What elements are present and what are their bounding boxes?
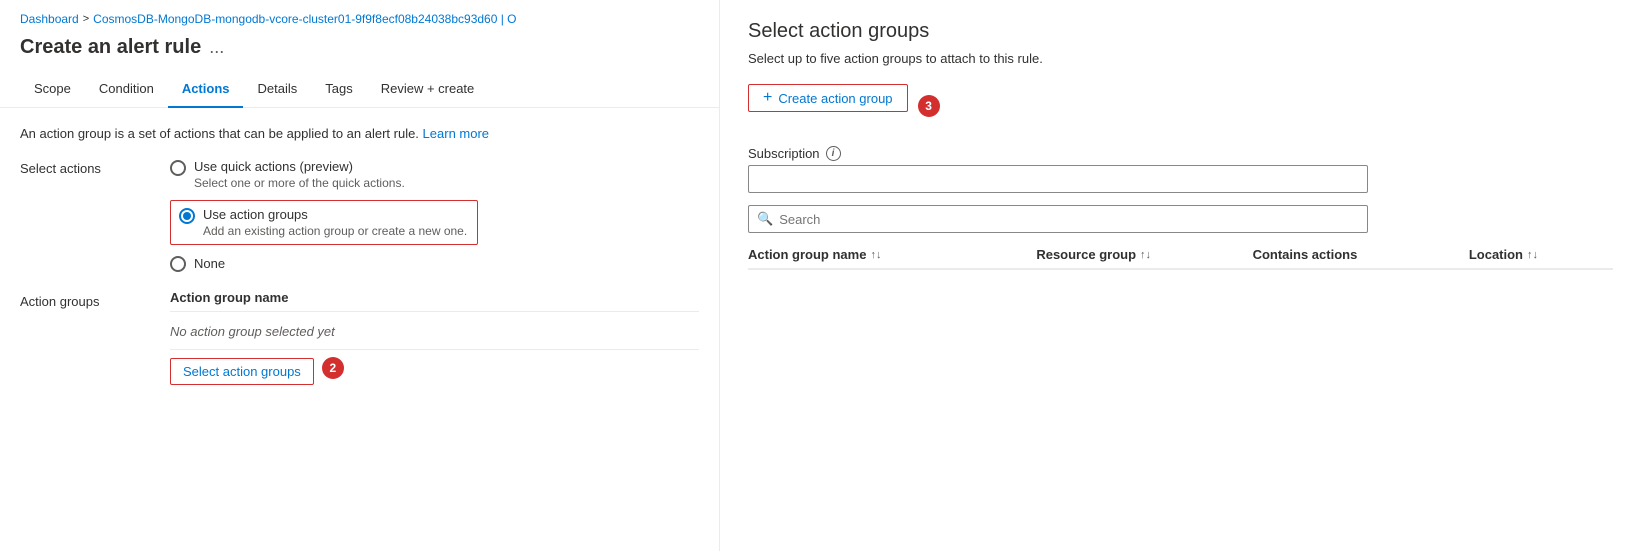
breadcrumb-sep-1: > [83, 13, 89, 25]
create-action-group-button[interactable]: + Create action group [748, 84, 908, 112]
page-title: Create an alert rule [20, 36, 201, 59]
col-location: Location ↑↓ [1469, 247, 1613, 262]
search-icon: 🔍 [757, 211, 773, 227]
col-contains-actions: Contains actions [1253, 247, 1469, 262]
select-action-groups-title: Select action groups [748, 20, 1613, 43]
info-text: An action group is a set of actions that… [20, 126, 699, 141]
tab-tags[interactable]: Tags [311, 73, 366, 108]
breadcrumb-dashboard[interactable]: Dashboard [20, 12, 79, 26]
tab-actions[interactable]: Actions [168, 73, 244, 108]
left-panel: Dashboard > CosmosDB-MongoDB-mongodb-vco… [0, 0, 720, 551]
right-panel: Select action groups Select up to five a… [720, 0, 1641, 551]
subscription-info-icon[interactable]: i [826, 146, 841, 161]
select-action-groups-button[interactable]: Select action groups [170, 358, 314, 385]
radio-quick-circle [170, 160, 186, 176]
tab-details[interactable]: Details [243, 73, 311, 108]
radio-ag-sublabel: Add an existing action group or create a… [203, 224, 467, 238]
select-actions-label: Select actions [20, 159, 150, 268]
page-title-container: Create an alert rule ... [0, 32, 719, 73]
radio-none-circle [170, 256, 186, 272]
radio-quick-actions[interactable]: Use quick actions (preview) Select one o… [170, 159, 478, 190]
table-header: Action group name ↑↓ Resource group ↑↓ C… [748, 247, 1613, 270]
action-groups-section: Action groups Action group name No actio… [20, 290, 699, 385]
ag-name-column-header: Action group name [170, 290, 699, 312]
col-ag-name-sort-icon[interactable]: ↑↓ [870, 249, 881, 261]
subscription-input[interactable] [748, 165, 1368, 193]
panel-body: An action group is a set of actions that… [0, 108, 719, 551]
tabs-bar: Scope Condition Actions Details Tags Rev… [0, 73, 719, 108]
radio-quick-label: Use quick actions (preview) [194, 159, 405, 174]
ellipsis-menu[interactable]: ... [209, 37, 224, 58]
col-rg-sort-icon[interactable]: ↑↓ [1140, 249, 1151, 261]
col-ca-label: Contains actions [1253, 247, 1358, 262]
create-ag-btn-label: Create action group [778, 91, 892, 106]
radio-action-groups[interactable]: Use action groups Add an existing action… [179, 207, 467, 238]
breadcrumb: Dashboard > CosmosDB-MongoDB-mongodb-vco… [0, 0, 719, 32]
subscription-label: Subscription [748, 146, 820, 161]
plus-icon: + [763, 90, 772, 106]
col-loc-sort-icon[interactable]: ↑↓ [1527, 249, 1538, 261]
col-ag-name-label: Action group name [748, 247, 866, 262]
breadcrumb-cosmos[interactable]: CosmosDB-MongoDB-mongodb-vcore-cluster01… [93, 12, 516, 26]
badge-2: 2 [322, 357, 344, 379]
subscription-label-row: Subscription i [748, 146, 1613, 161]
learn-more-link[interactable]: Learn more [423, 126, 489, 141]
search-box: 🔍 [748, 205, 1368, 233]
tab-condition[interactable]: Condition [85, 73, 168, 108]
col-action-group-name: Action group name ↑↓ [748, 247, 1036, 262]
tab-scope[interactable]: Scope [20, 73, 85, 108]
radio-options: Use quick actions (preview) Select one o… [170, 159, 478, 272]
radio-ag-circle [179, 208, 195, 224]
radio-ag-text: Use action groups Add an existing action… [203, 207, 467, 238]
create-ag-row: + Create action group 3 [748, 84, 1613, 128]
tab-review-create[interactable]: Review + create [367, 73, 489, 108]
select-action-groups-subtitle: Select up to five action groups to attac… [748, 51, 1613, 66]
select-actions-area: Select actions Use quick actions (previe… [20, 159, 699, 272]
radio-action-groups-box: Use action groups Add an existing action… [170, 200, 478, 245]
action-groups-label: Action groups [20, 290, 150, 385]
radio-quick-text: Use quick actions (preview) Select one o… [194, 159, 405, 190]
col-rg-label: Resource group [1036, 247, 1136, 262]
radio-quick-sublabel: Select one or more of the quick actions. [194, 176, 405, 190]
col-resource-group: Resource group ↑↓ [1036, 247, 1252, 262]
action-groups-content: Action group name No action group select… [170, 290, 699, 385]
radio-ag-label: Use action groups [203, 207, 467, 222]
select-ag-row: Select action groups 2 [170, 350, 699, 385]
search-input[interactable] [779, 212, 1359, 227]
radio-none-label: None [194, 256, 225, 271]
badge-3: 3 [918, 95, 940, 117]
ag-empty-row: No action group selected yet [170, 318, 699, 350]
col-loc-label: Location [1469, 247, 1523, 262]
radio-none[interactable]: None [170, 255, 478, 272]
